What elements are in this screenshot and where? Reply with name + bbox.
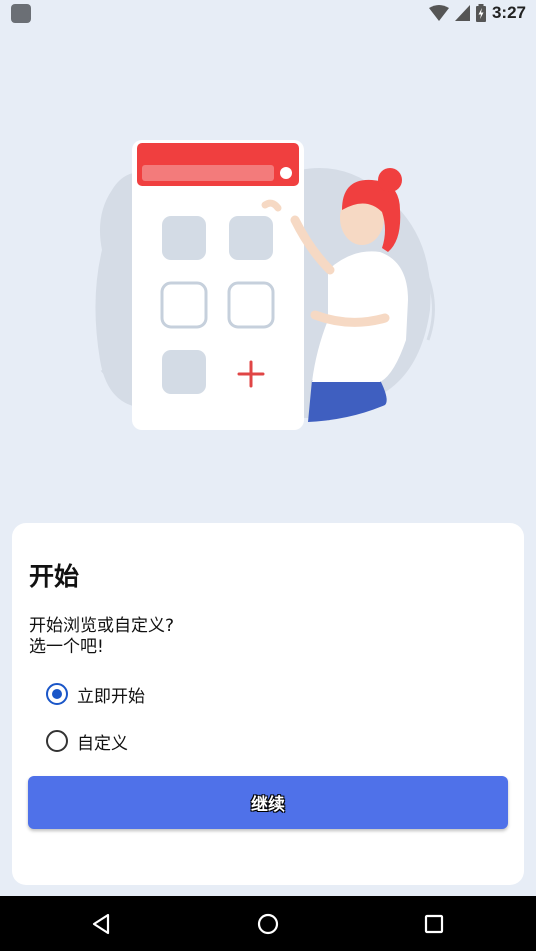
option-customize-label: 自定义 bbox=[77, 733, 128, 754]
card-description-line2: 选一个吧! bbox=[29, 637, 104, 657]
illustration-phone-header-dot bbox=[280, 167, 292, 179]
home-button[interactable] bbox=[248, 904, 288, 944]
cell-signal-icon bbox=[454, 5, 470, 21]
card-title: 开始 bbox=[29, 562, 80, 591]
app-notification-icon bbox=[11, 4, 31, 23]
status-bar: 3:27 bbox=[0, 0, 536, 26]
onboarding-card: 开始 开始浏览或自定义? 选一个吧! 立即开始 自定义 继续 bbox=[12, 523, 524, 885]
card-description-line1: 开始浏览或自定义? bbox=[29, 616, 175, 636]
radio-customize[interactable] bbox=[46, 730, 68, 752]
wifi-icon bbox=[428, 5, 449, 21]
continue-button[interactable]: 继续 bbox=[28, 776, 508, 829]
radio-start-now[interactable] bbox=[46, 683, 68, 705]
card-description: 开始浏览或自定义? 选一个吧! bbox=[29, 616, 174, 658]
home-circle-icon bbox=[257, 913, 279, 935]
battery-charging-icon bbox=[475, 4, 486, 22]
illustration-phone-searchbar bbox=[142, 165, 274, 181]
option-customize[interactable]: 自定义 bbox=[46, 728, 128, 754]
status-indicators: 3:27 bbox=[428, 2, 526, 24]
recents-square-icon bbox=[424, 914, 444, 934]
illustration-person-skirt bbox=[308, 380, 387, 422]
option-start-now-label: 立即开始 bbox=[77, 686, 145, 707]
navigation-bar bbox=[0, 896, 536, 951]
back-button[interactable] bbox=[81, 904, 121, 944]
onboarding-illustration bbox=[95, 140, 435, 430]
status-time: 3:27 bbox=[491, 3, 526, 22]
back-triangle-icon bbox=[92, 913, 110, 935]
recents-button[interactable] bbox=[414, 904, 454, 944]
option-start-now[interactable]: 立即开始 bbox=[46, 681, 145, 707]
continue-button-label: 继续 bbox=[251, 795, 285, 815]
